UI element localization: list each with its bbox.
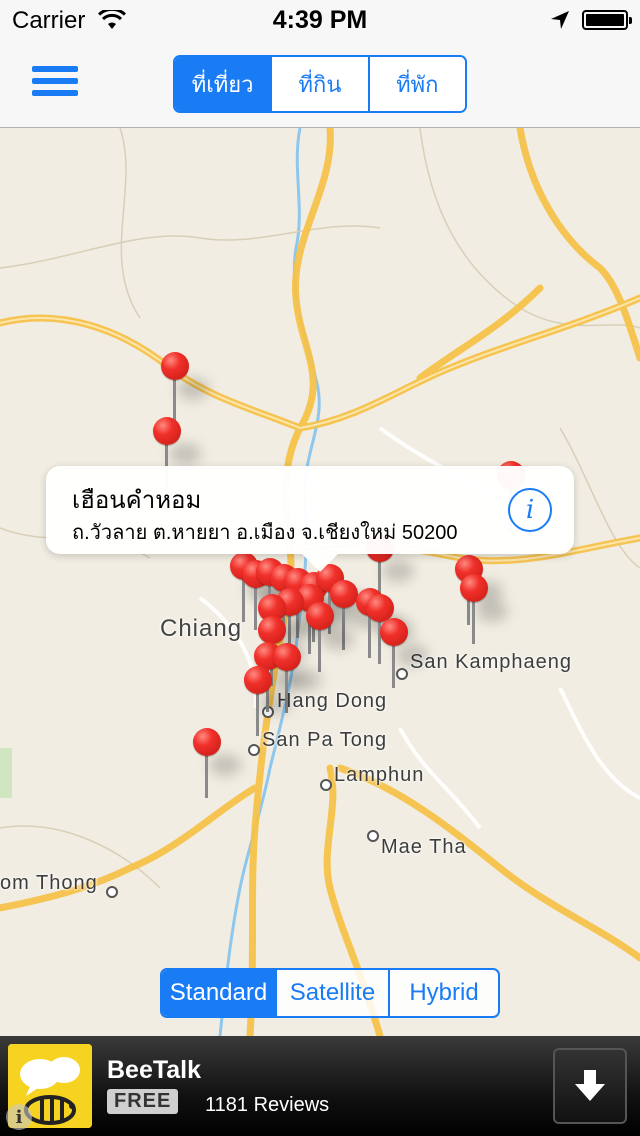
- ad-info-icon[interactable]: i: [6, 1104, 32, 1130]
- download-arrow-icon: [575, 1070, 605, 1101]
- hamburger-icon-line: [32, 78, 78, 84]
- town-marker: [367, 830, 379, 842]
- ad-reviews: 1181 Reviews: [205, 1094, 330, 1116]
- town-marker: [248, 744, 260, 756]
- map-type-standard[interactable]: Standard: [162, 970, 275, 1016]
- map-type-satellite[interactable]: Satellite: [275, 970, 388, 1016]
- screen: Carrier 4:39 PM ที่เที่ยว ที่กิน ที่พัก: [0, 0, 640, 1136]
- map-pin[interactable]: [161, 352, 209, 422]
- map-pin[interactable]: [193, 728, 241, 798]
- map-pin[interactable]: [380, 618, 428, 688]
- tab-lodging[interactable]: ที่พัก: [367, 57, 465, 111]
- town-marker: [320, 779, 332, 791]
- place-label-san-kamphaeng: San Kamphaeng: [410, 651, 573, 673]
- map-view[interactable]: Chiang San Kamphaeng Hang Dong San Pa To…: [0, 128, 640, 1036]
- callout-address: ถ.วัวลาย ต.หายยา อ.เมือง จ.เชียงใหม่ 502…: [72, 522, 458, 544]
- place-label-chom-thong: om Thong: [0, 872, 98, 894]
- tab-food[interactable]: ที่กิน: [270, 57, 368, 111]
- map-type-segmented-control: Standard Satellite Hybrid: [160, 968, 500, 1018]
- info-icon[interactable]: i: [508, 488, 552, 532]
- nav-bar: ที่เที่ยว ที่กิน ที่พัก: [0, 40, 640, 128]
- location-arrow-icon: [551, 11, 569, 29]
- menu-button[interactable]: [32, 66, 78, 100]
- category-segmented-control: ที่เที่ยว ที่กิน ที่พัก: [173, 55, 467, 113]
- hamburger-icon-line: [32, 90, 78, 96]
- ad-price-badge: FREE: [107, 1089, 179, 1114]
- map-pin[interactable]: [306, 602, 354, 672]
- status-bar: Carrier 4:39 PM: [0, 0, 640, 40]
- map-pin[interactable]: [244, 666, 292, 736]
- battery-icon: [582, 10, 632, 30]
- map-type-hybrid[interactable]: Hybrid: [388, 970, 498, 1016]
- place-label-lamphun: Lamphun: [334, 764, 425, 786]
- map-pin[interactable]: [460, 574, 508, 644]
- hamburger-icon-line: [32, 66, 78, 72]
- annotation-callout[interactable]: เฮือนคำหอม ถ.วัวลาย ต.หายยา อ.เมือง จ.เช…: [46, 466, 574, 572]
- place-label-mae-tha: Mae Tha: [381, 836, 467, 858]
- town-marker: [106, 886, 118, 898]
- status-time: 4:39 PM: [272, 6, 368, 34]
- download-button[interactable]: [553, 1048, 627, 1124]
- place-label-san-pa-tong: San Pa Tong: [262, 729, 388, 751]
- callout-title: เฮือนคำหอม: [72, 487, 202, 514]
- ad-banner[interactable]: BeeTalk FREE 1181 Reviews: [0, 1036, 640, 1136]
- ad-app-name: BeeTalk: [107, 1056, 202, 1084]
- tab-attractions[interactable]: ที่เที่ยว: [175, 57, 271, 111]
